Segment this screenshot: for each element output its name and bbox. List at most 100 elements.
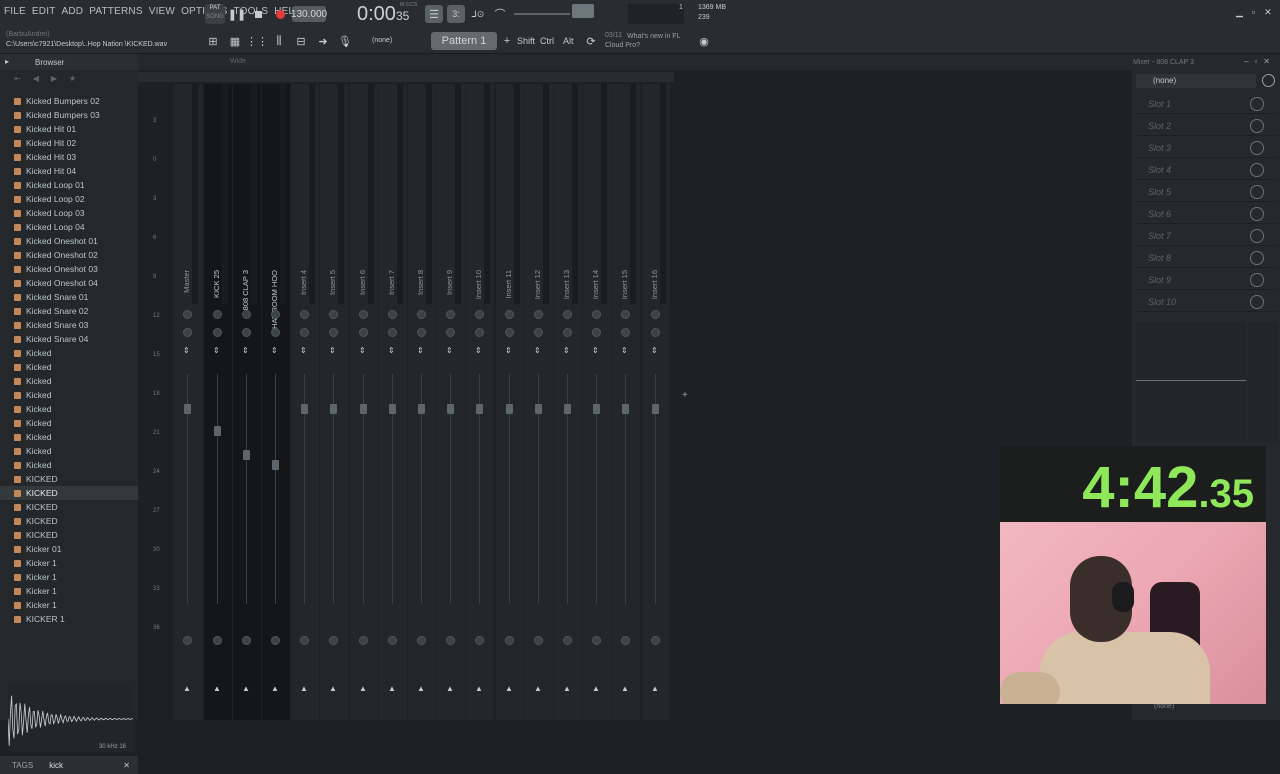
pan-knob[interactable]: [417, 310, 426, 319]
stereo-knob[interactable]: [505, 328, 514, 337]
pan-knob[interactable]: [592, 310, 601, 319]
menu-view[interactable]: VIEW: [149, 6, 175, 17]
preset-menu-icon[interactable]: [1262, 74, 1275, 87]
fx-toggle[interactable]: [651, 636, 660, 645]
browser-file-item[interactable]: Kicked Loop 01: [0, 178, 138, 192]
mixer-track[interactable]: Insert 16 ⇕ ▲: [642, 84, 670, 720]
stereo-knob[interactable]: [271, 328, 280, 337]
pattern-mode-button[interactable]: ☰: [425, 5, 443, 23]
stereo-knob[interactable]: [446, 328, 455, 337]
volume-fader[interactable]: [652, 404, 659, 414]
pan-knob[interactable]: [213, 310, 222, 319]
volume-fader[interactable]: [476, 404, 483, 414]
menu-edit[interactable]: EDIT: [32, 6, 56, 17]
stereo-knob[interactable]: [475, 328, 484, 337]
stereo-knob[interactable]: [300, 328, 309, 337]
browser-file-item[interactable]: Kicked Bumpers 02: [0, 94, 138, 108]
slot-mix-knob[interactable]: [1250, 273, 1264, 287]
news-text[interactable]: What's new in FL Cloud Pro?: [605, 32, 691, 50]
browser-file-item[interactable]: Kicked: [0, 346, 138, 360]
browser-file-item[interactable]: Kicked Oneshot 02: [0, 248, 138, 262]
effect-slot[interactable]: Slot 3: [1136, 138, 1278, 158]
browser-file-item[interactable]: Kicked Snare 03: [0, 318, 138, 332]
star-icon[interactable]: ★: [69, 74, 76, 88]
slot-mix-knob[interactable]: [1250, 185, 1264, 199]
fx-toggle[interactable]: [271, 636, 280, 645]
browser-file-item[interactable]: Kicked Oneshot 01: [0, 234, 138, 248]
route-arrows-icon[interactable]: ⇕: [329, 346, 336, 355]
menu-add[interactable]: ADD: [62, 6, 84, 17]
browser-file-item[interactable]: KICKED: [0, 528, 138, 542]
effect-slot[interactable]: Slot 5: [1136, 182, 1278, 202]
stereo-knob[interactable]: [242, 328, 251, 337]
panel-max-icon[interactable]: ▫: [1254, 57, 1257, 66]
plugin-picker-button[interactable]: ⊟: [292, 32, 310, 50]
volume-fader[interactable]: [389, 404, 396, 414]
fx-toggle[interactable]: [475, 636, 484, 645]
metronome-button[interactable]: ⅃⊙: [469, 5, 487, 23]
browser-file-item[interactable]: Kicked Hit 04: [0, 164, 138, 178]
master-pitch-slider[interactable]: [514, 13, 570, 15]
browser-toggle-button[interactable]: ➜: [314, 32, 332, 50]
mixer-track[interactable]: Insert 9 ⇕ ▲: [437, 84, 465, 720]
pan-knob[interactable]: [534, 310, 543, 319]
forward-icon[interactable]: ▶: [51, 74, 57, 88]
stereo-knob[interactable]: [388, 328, 397, 337]
route-arrows-icon[interactable]: ⇕: [592, 346, 599, 355]
fx-toggle[interactable]: [213, 636, 222, 645]
playlist-button[interactable]: ⊞: [204, 32, 222, 50]
browser-file-item[interactable]: KICKED: [0, 472, 138, 486]
browser-file-item[interactable]: Kicked: [0, 444, 138, 458]
send-arrow-icon[interactable]: ▲: [183, 684, 191, 693]
stereo-knob[interactable]: [563, 328, 572, 337]
preset-dropdown[interactable]: (none): [1136, 74, 1256, 88]
browser-file-item[interactable]: Kicker 1: [0, 570, 138, 584]
route-arrows-icon[interactable]: ⇕: [300, 346, 307, 355]
alt-key-label[interactable]: Alt: [563, 36, 574, 46]
effect-slot[interactable]: Slot 9: [1136, 270, 1278, 290]
stereo-knob[interactable]: [213, 328, 222, 337]
volume-fader[interactable]: [535, 404, 542, 414]
browser-file-item[interactable]: Kicked Oneshot 04: [0, 276, 138, 290]
mixer-track[interactable]: KICK 25 ⇕ ▲: [204, 84, 232, 720]
pan-knob[interactable]: [505, 310, 514, 319]
browser-file-item[interactable]: Kicked Hit 01: [0, 122, 138, 136]
mixer-track[interactable]: Insert 4 ⇕ ▲: [291, 84, 319, 720]
mixer-view-label[interactable]: Wide: [230, 58, 246, 65]
fx-toggle[interactable]: [446, 636, 455, 645]
volume-fader[interactable]: [272, 460, 279, 470]
record-button[interactable]: [271, 5, 289, 23]
mixer-track[interactable]: Insert 8 ⇕ ▲: [408, 84, 436, 720]
volume-fader[interactable]: [506, 404, 513, 414]
volume-fader[interactable]: [360, 404, 367, 414]
send-arrow-icon[interactable]: ▲: [592, 684, 600, 693]
send-arrow-icon[interactable]: ▲: [505, 684, 513, 693]
pan-knob[interactable]: [475, 310, 484, 319]
fx-toggle[interactable]: [388, 636, 397, 645]
volume-fader[interactable]: [593, 404, 600, 414]
effect-slot[interactable]: Slot 8: [1136, 248, 1278, 268]
effect-slot[interactable]: Slot 7: [1136, 226, 1278, 246]
volume-fader[interactable]: [243, 450, 250, 460]
back-icon[interactable]: ◀: [33, 74, 39, 88]
fx-toggle[interactable]: [359, 636, 368, 645]
browser-file-item[interactable]: Kicked: [0, 360, 138, 374]
slot-mix-knob[interactable]: [1250, 251, 1264, 265]
browser-file-item[interactable]: Kicked Hit 03: [0, 150, 138, 164]
sample-waveform-preview[interactable]: 30 kHz 16: [7, 686, 134, 752]
collapse-icon[interactable]: ⇤: [14, 74, 21, 88]
pan-knob[interactable]: [300, 310, 309, 319]
volume-fader[interactable]: [184, 404, 191, 414]
pan-knob[interactable]: [359, 310, 368, 319]
cloud-button[interactable]: ◉: [695, 32, 713, 50]
browser-file-item[interactable]: Kicked Snare 04: [0, 332, 138, 346]
add-pattern-button[interactable]: +: [498, 32, 516, 50]
route-arrows-icon[interactable]: ⇕: [242, 346, 249, 355]
browser-file-item[interactable]: KICKED: [0, 500, 138, 514]
send-arrow-icon[interactable]: ▲: [446, 684, 454, 693]
minimize-icon[interactable]: ▁: [1236, 7, 1243, 18]
route-arrows-icon[interactable]: ⇕: [505, 346, 512, 355]
volume-fader[interactable]: [330, 404, 337, 414]
browser-file-item[interactable]: Kicked: [0, 430, 138, 444]
slot-mix-knob[interactable]: [1250, 119, 1264, 133]
